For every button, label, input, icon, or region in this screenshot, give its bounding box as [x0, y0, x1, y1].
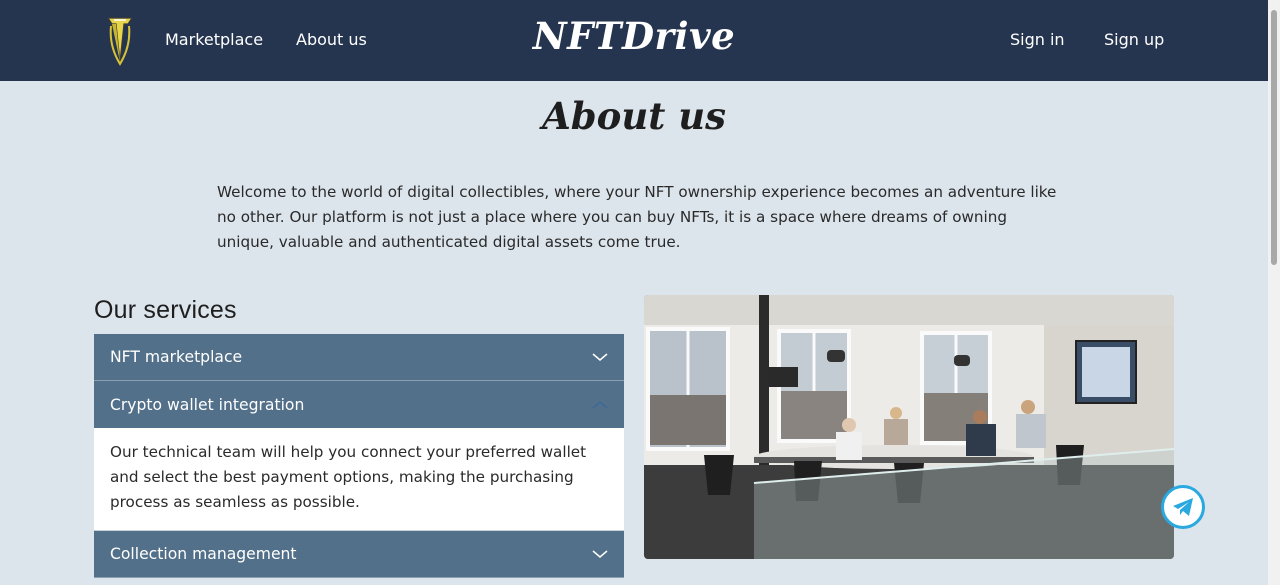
intro-paragraph: Welcome to the world of digital collecti…: [217, 183, 1057, 251]
office-meeting-photo: [644, 295, 1174, 559]
accordion-item-crypto-wallet[interactable]: Crypto wallet integration: [94, 381, 624, 428]
page-scrollbar[interactable]: [1268, 0, 1280, 585]
chevron-up-icon: [592, 400, 608, 409]
chevron-down-icon: [592, 353, 608, 361]
telegram-chat-button[interactable]: [1161, 485, 1205, 529]
sign-up-link[interactable]: Sign up: [1104, 30, 1164, 49]
accordion-panel-crypto-wallet: Our technical team will help you connect…: [94, 428, 624, 531]
accordion-item-collection-management[interactable]: Collection management: [94, 531, 624, 578]
chevron-down-icon: [592, 550, 608, 558]
nav-marketplace[interactable]: Marketplace: [165, 30, 263, 49]
services-accordion: NFT marketplace Crypto wallet integratio…: [94, 334, 624, 578]
services-heading: Our services: [94, 296, 237, 324]
telegram-icon: [1173, 498, 1193, 516]
scrollbar-thumb[interactable]: [1271, 10, 1277, 265]
accordion-label: Crypto wallet integration: [110, 395, 305, 414]
page-title: About us: [542, 94, 726, 138]
brand-logo-text[interactable]: NFTDrive: [533, 14, 735, 58]
logo-icon[interactable]: [106, 16, 134, 66]
nav-about-us[interactable]: About us: [296, 30, 367, 49]
site-header: Marketplace About us NFTDrive Sign in Si…: [0, 0, 1268, 81]
accordion-label: Collection management: [110, 545, 297, 563]
accordion-label: NFT marketplace: [110, 348, 243, 366]
accordion-item-nft-marketplace[interactable]: NFT marketplace: [94, 334, 624, 381]
sign-in-link[interactable]: Sign in: [1010, 30, 1065, 49]
